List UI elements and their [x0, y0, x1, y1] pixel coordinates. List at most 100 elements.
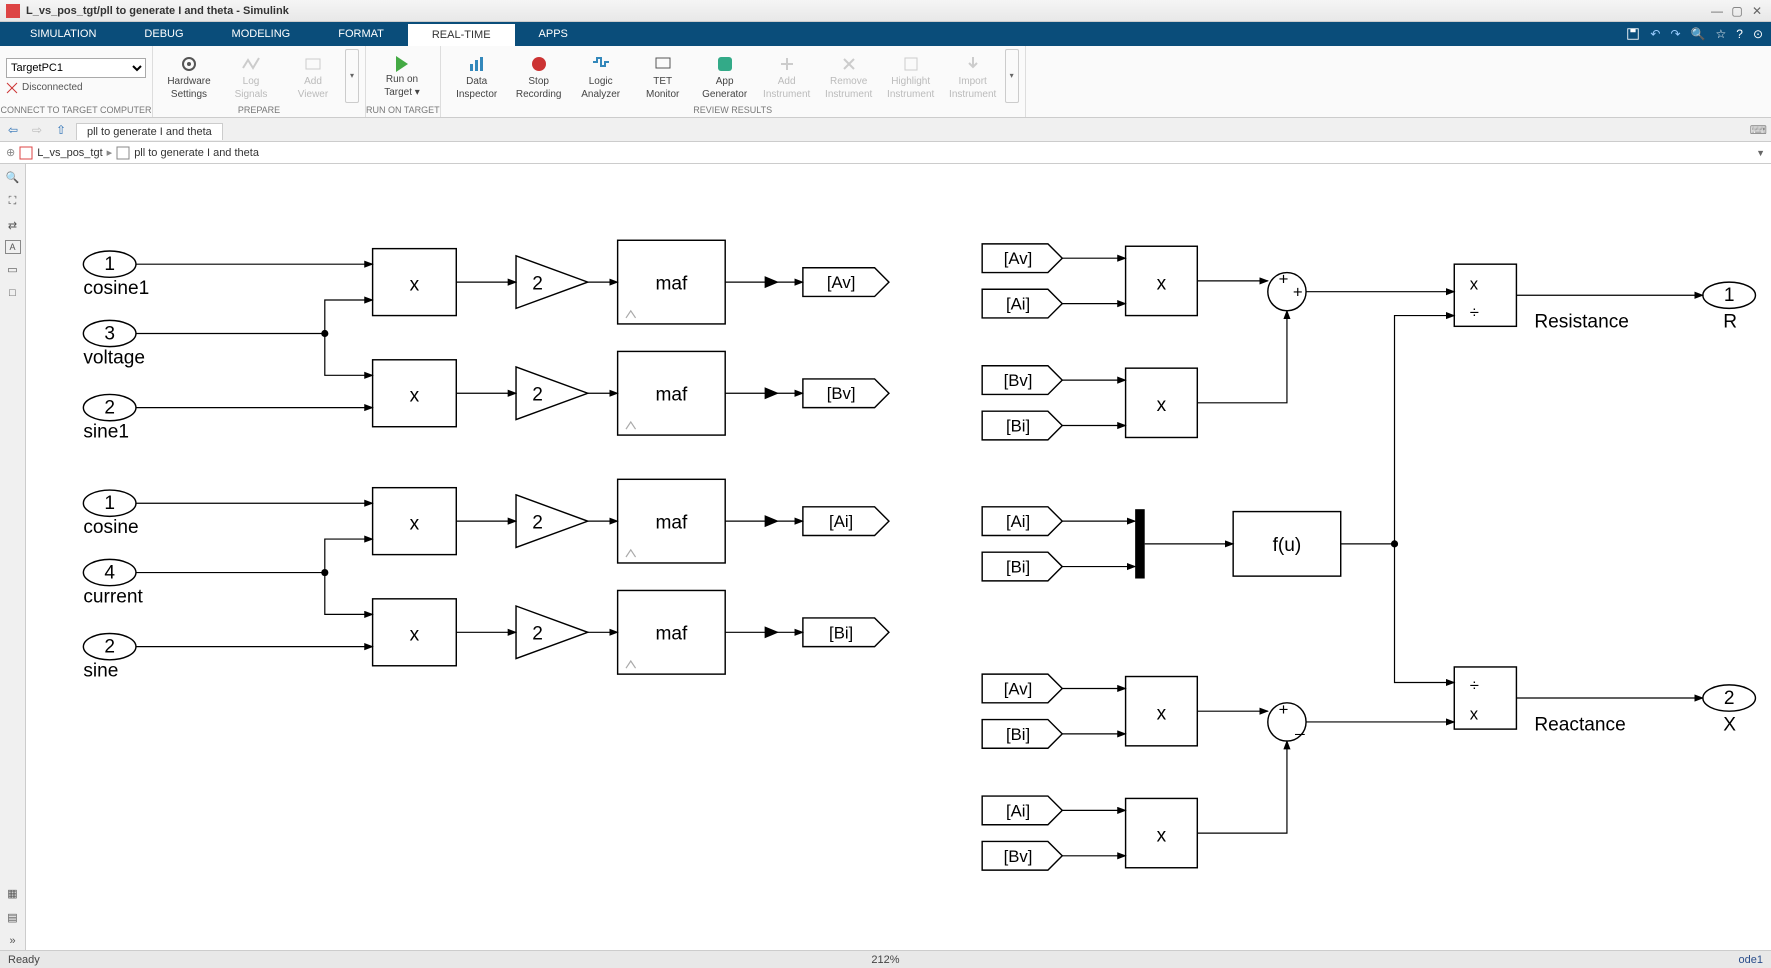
inport-cosine[interactable]: 1 cosine: [83, 490, 138, 538]
favorites-icon[interactable]: ☆: [1715, 27, 1726, 41]
tet-monitor-button[interactable]: TETMonitor: [633, 49, 693, 103]
crumb-leaf[interactable]: pll to generate I and theta: [134, 147, 259, 159]
close-icon[interactable]: ✕: [1749, 3, 1765, 19]
crumb-root[interactable]: L_vs_pos_tgt: [37, 147, 102, 159]
svg-text:+: +: [1279, 269, 1289, 288]
gain-block[interactable]: [516, 256, 588, 309]
save-icon[interactable]: [1626, 27, 1640, 41]
import-icon: [963, 54, 983, 74]
stop-recording-button[interactable]: StopRecording: [509, 49, 569, 103]
gain-block[interactable]: [516, 495, 588, 548]
tab-modeling[interactable]: MODELING: [208, 22, 315, 46]
titlebar: L_vs_pos_tgt/pll to generate I and theta…: [0, 0, 1771, 22]
from-Ai-3[interactable]: [Ai]: [982, 796, 1062, 825]
inport-sine[interactable]: 2 sine: [83, 633, 136, 681]
gain-block[interactable]: [516, 367, 588, 420]
svg-text:_: _: [1294, 717, 1305, 736]
from-Ai[interactable]: [Ai]: [982, 289, 1062, 318]
import-instrument-button[interactable]: ImportInstrument: [943, 49, 1003, 103]
property-inspector-icon[interactable]: ▤: [4, 908, 22, 926]
svg-text:2: 2: [532, 512, 543, 533]
status-zoom: 212%: [871, 954, 899, 966]
model-data-icon[interactable]: ▦: [4, 884, 22, 902]
from-Bv[interactable]: [Bv]: [982, 366, 1062, 395]
options-icon[interactable]: ⊙: [1753, 27, 1763, 41]
maximize-icon[interactable]: ▢: [1729, 3, 1745, 19]
from-Av-2[interactable]: [Av]: [982, 674, 1062, 703]
remove-instrument-button[interactable]: RemoveInstrument: [819, 49, 879, 103]
inport-cosine1[interactable]: 1 cosine1: [83, 251, 149, 299]
zoom-tool-icon[interactable]: 🔍: [4, 168, 22, 186]
nav-forward-icon[interactable]: ⇨: [28, 121, 46, 139]
inport-current[interactable]: 4 current: [83, 559, 143, 607]
outport-X[interactable]: 2X: [1703, 685, 1756, 735]
inport-voltage[interactable]: 3 voltage: [83, 320, 145, 368]
divide-block[interactable]: [1454, 264, 1516, 326]
divide-block-2[interactable]: [1454, 667, 1516, 729]
add-viewer-button[interactable]: AddViewer: [283, 49, 343, 103]
redo-icon[interactable]: ↷: [1670, 27, 1680, 41]
data-inspector-button[interactable]: DataInspector: [447, 49, 507, 103]
from-Bv-2[interactable]: [Bv]: [982, 841, 1062, 870]
undo-icon[interactable]: ↶: [1650, 27, 1660, 41]
nav-back-icon[interactable]: ⇦: [4, 121, 22, 139]
from-Ai-2[interactable]: [Ai]: [982, 507, 1062, 536]
search-icon[interactable]: 🔍: [1691, 27, 1706, 41]
annotation-icon[interactable]: A: [5, 240, 21, 254]
model-tab[interactable]: pll to generate I and theta: [76, 123, 223, 140]
run-on-target-button[interactable]: Run onTarget ▾: [372, 49, 432, 103]
log-signals-button[interactable]: LogSignals: [221, 49, 281, 103]
autolayout-icon[interactable]: ⇄: [4, 216, 22, 234]
group-label-run: RUN ON TARGET: [366, 105, 440, 117]
area-icon[interactable]: □: [4, 284, 22, 302]
logic-icon: [591, 54, 611, 74]
mux-block[interactable]: [1135, 509, 1145, 578]
svg-text:x: x: [1157, 273, 1167, 294]
inport-sine1[interactable]: 2 sine1: [83, 394, 136, 442]
add-instrument-button[interactable]: AddInstrument: [757, 49, 817, 103]
svg-text:x: x: [1157, 825, 1167, 846]
canvas[interactable]: 1 cosine1 3 voltage 2 sine1 x x 2 2: [26, 164, 1771, 950]
gain-block[interactable]: [516, 606, 588, 659]
target-select[interactable]: TargetPC1: [6, 58, 146, 78]
svg-text:x: x: [1470, 274, 1479, 293]
fit-to-view-icon[interactable]: ⛶: [4, 192, 22, 210]
tab-debug[interactable]: DEBUG: [120, 22, 207, 46]
viewer-icon: [303, 54, 323, 74]
toolstrip-tabs: SIMULATION DEBUG MODELING FORMAT REAL-TI…: [0, 22, 1771, 46]
image-icon[interactable]: ▭: [4, 260, 22, 278]
svg-text:voltage: voltage: [83, 347, 145, 368]
svg-text:X: X: [1723, 714, 1736, 735]
crumb-dropdown[interactable]: ▼: [1756, 148, 1765, 158]
outport-R[interactable]: 1R: [1703, 282, 1756, 332]
expand-icon[interactable]: »: [4, 932, 22, 950]
app-generator-button[interactable]: AppGenerator: [695, 49, 755, 103]
review-dropdown[interactable]: ▾: [1005, 49, 1019, 103]
from-Bi[interactable]: [Bi]: [982, 411, 1062, 440]
svg-text:maf: maf: [655, 273, 688, 294]
nav-up-icon[interactable]: ⇧: [52, 121, 70, 139]
tab-simulation[interactable]: SIMULATION: [6, 22, 120, 46]
tab-apps[interactable]: APPS: [515, 22, 592, 46]
highlight-instrument-button[interactable]: HighlightInstrument: [881, 49, 941, 103]
logic-analyzer-button[interactable]: LogicAnalyzer: [571, 49, 631, 103]
minimize-icon[interactable]: —: [1709, 3, 1725, 19]
hardware-settings-button[interactable]: HardwareSettings: [159, 49, 219, 103]
from-Bi-2[interactable]: [Bi]: [982, 552, 1062, 581]
keyboard-icon[interactable]: ⌨: [1750, 123, 1767, 137]
from-Av[interactable]: [Av]: [982, 244, 1062, 273]
svg-text:x: x: [410, 625, 420, 646]
svg-text:sine1: sine1: [83, 421, 129, 442]
model-browser-toggle[interactable]: ⊕: [6, 146, 15, 159]
svg-text:maf: maf: [655, 512, 688, 533]
svg-text:2: 2: [104, 637, 115, 658]
window-title: L_vs_pos_tgt/pll to generate I and theta…: [26, 5, 289, 17]
monitor-icon: [653, 54, 673, 74]
svg-text:x: x: [1157, 395, 1167, 416]
tab-realtime[interactable]: REAL-TIME: [408, 22, 515, 46]
help-icon[interactable]: ?: [1736, 27, 1743, 41]
tab-format[interactable]: FORMAT: [314, 22, 408, 46]
prepare-dropdown[interactable]: ▾: [345, 49, 359, 103]
status-solver[interactable]: ode1: [1739, 954, 1763, 966]
from-Bi-3[interactable]: [Bi]: [982, 720, 1062, 749]
